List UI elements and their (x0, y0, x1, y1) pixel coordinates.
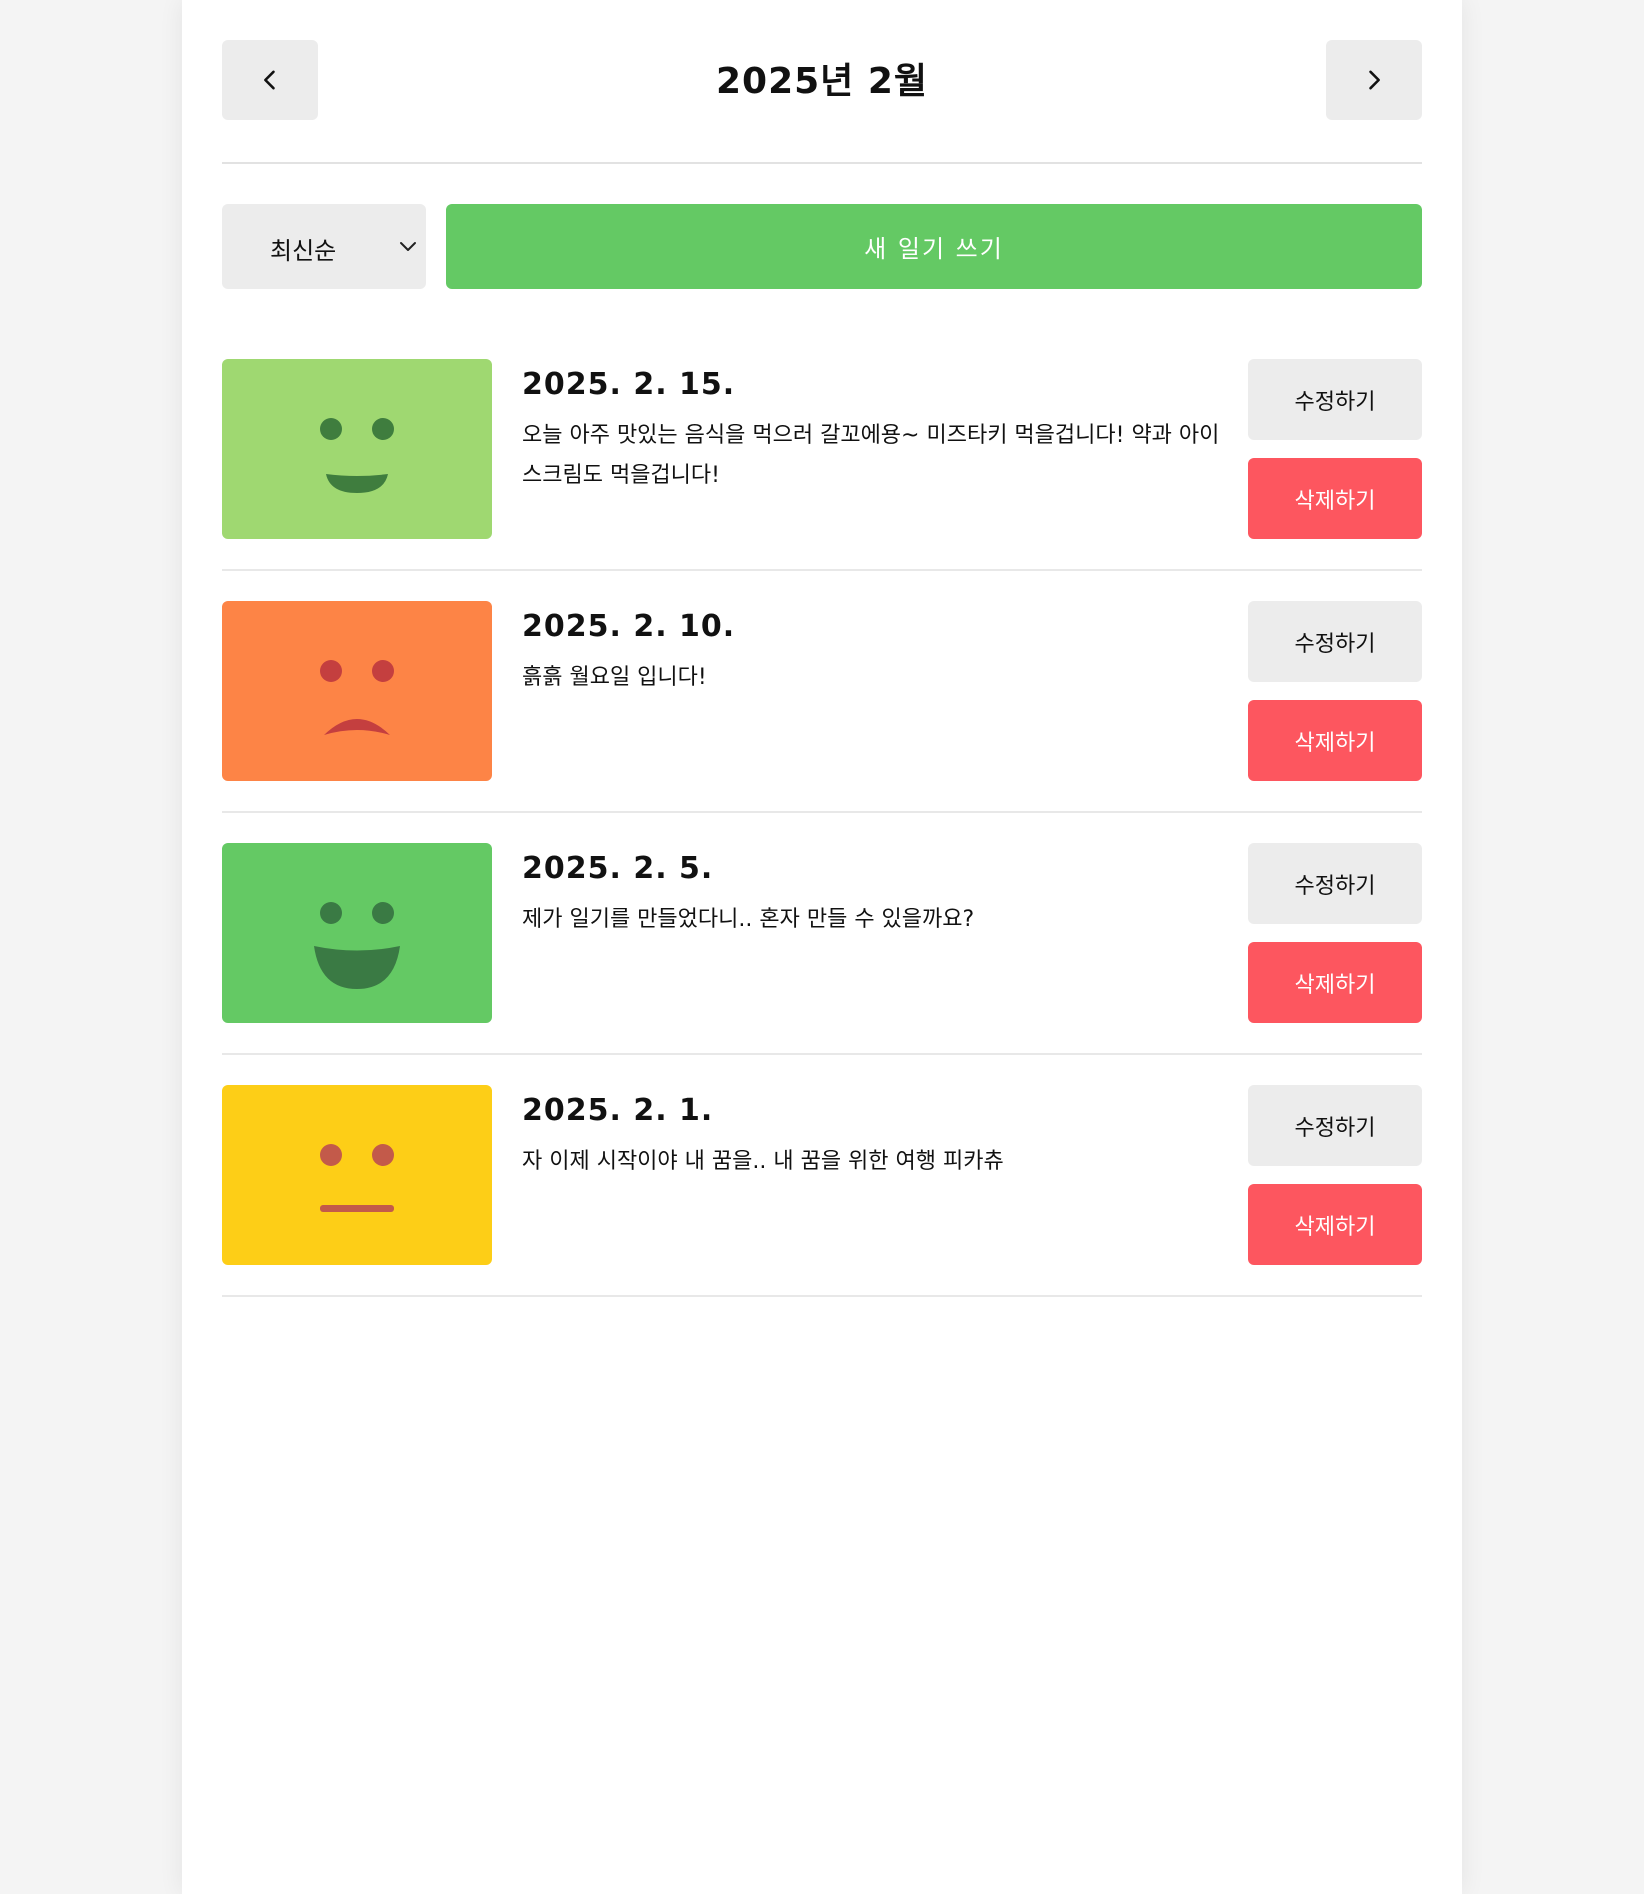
emotion-image[interactable] (222, 601, 492, 781)
emotion-image[interactable] (222, 843, 492, 1023)
controls-bar: 최신순 새 일기 쓰기 (222, 204, 1422, 289)
chevron-down-icon (400, 242, 416, 251)
app-container: 2025년 2월 최신순 새 일기 쓰기 2025. 2. 15. 오늘 아주 … (182, 0, 1462, 1894)
edit-button[interactable]: 수정하기 (1248, 359, 1422, 440)
delete-button[interactable]: 삭제하기 (1248, 458, 1422, 539)
page-title: 2025년 2월 (715, 61, 929, 102)
sort-selected-label: 최신순 (270, 237, 337, 265)
app-inner: 2025년 2월 최신순 새 일기 쓰기 2025. 2. 15. 오늘 아주 … (222, 0, 1422, 1297)
diary-info[interactable]: 2025. 2. 5. 제가 일기를 만들었다니.. 혼자 만들 수 있을까요? (522, 851, 1222, 940)
diary-item: 2025. 2. 15. 오늘 아주 맛있는 음식을 먹으러 갈꼬에용~ 미즈타… (222, 359, 1422, 571)
diary-info[interactable]: 2025. 2. 15. 오늘 아주 맛있는 음식을 먹으러 갈꼬에용~ 미즈타… (522, 367, 1222, 496)
emotion-great-icon (222, 843, 492, 1023)
diary-date: 2025. 2. 10. (522, 609, 736, 644)
new-diary-button[interactable]: 새 일기 쓰기 (446, 204, 1422, 289)
diary-content: 자 이제 시작이야 내 꿈을.. 내 꿈을 위한 여행 피카츄 (522, 1149, 1004, 1174)
edit-button[interactable]: 수정하기 (1248, 601, 1422, 682)
diary-item: 2025. 2. 1. 자 이제 시작이야 내 꿈을.. 내 꿈을 위한 여행 … (222, 1085, 1422, 1297)
emotion-soso-icon (222, 1085, 492, 1265)
diary-date: 2025. 2. 5. (522, 851, 714, 886)
emotion-good-icon (222, 359, 492, 539)
sort-select[interactable]: 최신순 (222, 204, 426, 289)
delete-button[interactable]: 삭제하기 (1248, 942, 1422, 1023)
delete-button[interactable]: 삭제하기 (1248, 1184, 1422, 1265)
emotion-image[interactable] (222, 359, 492, 539)
header: 2025년 2월 (222, 0, 1422, 164)
diary-date: 2025. 2. 15. (522, 367, 736, 402)
emotion-image[interactable] (222, 1085, 492, 1265)
chevron-right-icon (1369, 70, 1380, 90)
diary-info[interactable]: 2025. 2. 10. 흙흙 월요일 입니다! (522, 609, 1222, 698)
next-month-button[interactable] (1326, 40, 1422, 120)
emotion-background (222, 1085, 492, 1265)
diary-content: 오늘 아주 맛있는 음식을 먹으러 갈꼬에용~ 미즈타키 먹을겁니다! 약과 아… (522, 423, 1220, 488)
edit-button[interactable]: 수정하기 (1248, 1085, 1422, 1166)
diary-content: 흙흙 월요일 입니다! (522, 665, 707, 690)
emotion-bad-icon (222, 601, 492, 781)
diary-content: 제가 일기를 만들었다니.. 혼자 만들 수 있을까요? (522, 907, 975, 932)
diary-info[interactable]: 2025. 2. 1. 자 이제 시작이야 내 꿈을.. 내 꿈을 위한 여행 … (522, 1093, 1222, 1182)
emotion-background (222, 843, 492, 1023)
emotion-background (222, 601, 492, 781)
diary-item: 2025. 2. 5. 제가 일기를 만들었다니.. 혼자 만들 수 있을까요?… (222, 843, 1422, 1055)
emotion-background (222, 359, 492, 539)
diary-list: 2025. 2. 15. 오늘 아주 맛있는 음식을 먹으러 갈꼬에용~ 미즈타… (222, 359, 1422, 1297)
edit-button[interactable]: 수정하기 (1248, 843, 1422, 924)
delete-button[interactable]: 삭제하기 (1248, 700, 1422, 781)
diary-item: 2025. 2. 10. 흙흙 월요일 입니다! 수정하기 삭제하기 (222, 601, 1422, 813)
diary-date: 2025. 2. 1. (522, 1093, 714, 1128)
